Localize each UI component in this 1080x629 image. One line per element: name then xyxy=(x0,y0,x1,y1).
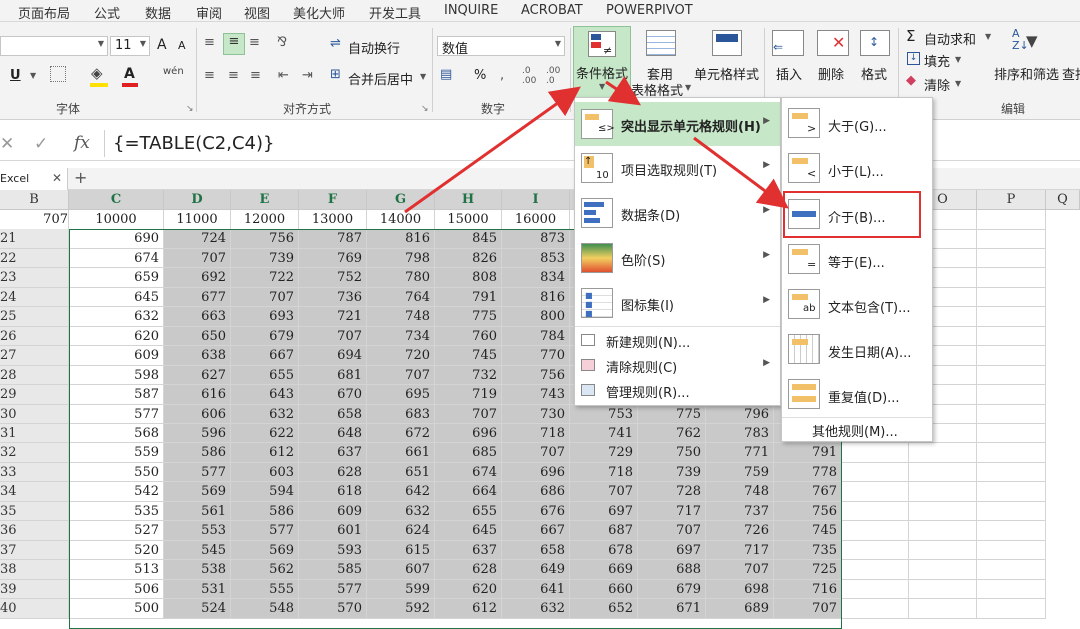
arrow-to-between xyxy=(693,136,789,209)
arrow-to-conditional-format xyxy=(404,86,581,214)
annotation-arrows xyxy=(404,76,789,214)
arrow-to-highlight-rules xyxy=(605,76,641,106)
